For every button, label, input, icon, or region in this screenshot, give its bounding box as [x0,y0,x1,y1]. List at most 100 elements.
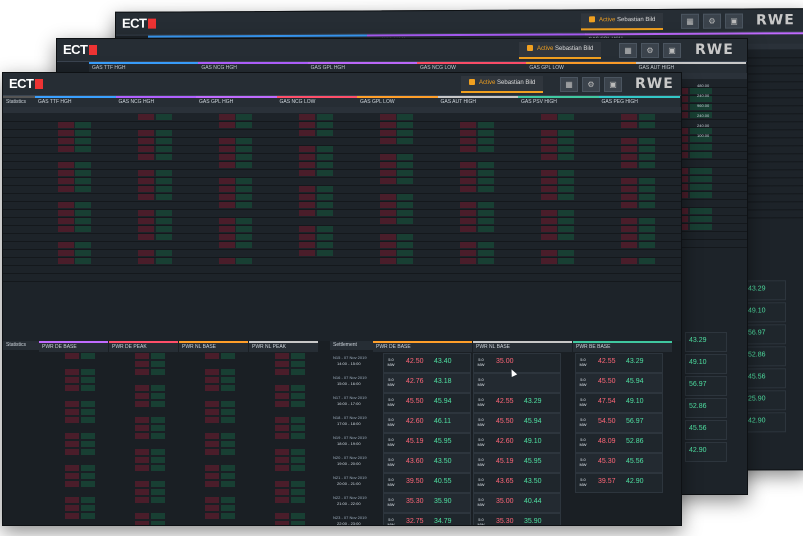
table-row[interactable] [3,162,681,170]
bid-cell[interactable] [65,401,79,407]
price-tile[interactable]: 5.0 MW 39.50 40.55 [383,473,471,493]
price-tile[interactable]: 49.10 [685,354,727,374]
ask-cell[interactable] [477,138,494,144]
ask-cell[interactable] [151,417,165,423]
ask-cell[interactable] [638,202,655,208]
table-row[interactable] [3,122,681,130]
bid-cell[interactable] [135,425,149,431]
ask-cell[interactable] [397,114,414,120]
bid-cell[interactable] [135,369,149,375]
bid-cell[interactable] [299,114,316,120]
price-tile[interactable]: 5.0 MW 42.60 46.11 [383,413,471,433]
ask-cell[interactable] [558,138,575,144]
ask-cell[interactable] [316,194,333,200]
ask-cell[interactable] [316,210,333,216]
product-name[interactable]: N15 - 07 Nov 2019 [333,355,367,360]
ask-cell[interactable] [397,122,414,128]
bid-cell[interactable] [540,194,557,200]
ask-cell[interactable] [221,385,235,391]
ask-price[interactable]: 56.97 [748,328,766,338]
price-tile[interactable]: 5.0 MW 42.76 43.18 [383,373,471,393]
middle-user-badge[interactable]: Active Sebastian Bild [519,42,602,59]
bid-cell[interactable] [299,146,316,152]
bid-cell[interactable] [205,481,219,487]
window-icon[interactable]: ▣ [725,13,743,29]
ask-cell[interactable] [75,218,92,224]
price-tile[interactable]: 5.0 MW 45.50 45.94 [473,413,561,433]
ask-cell[interactable] [155,170,172,176]
bid-cell[interactable] [218,218,235,224]
bid-cell[interactable] [65,441,79,447]
bid-cell[interactable] [460,162,477,168]
bid-cell[interactable] [205,505,219,511]
ask-price[interactable]: 56.97 [689,380,707,390]
ask-cell[interactable] [397,258,414,264]
bid-cell[interactable] [275,385,289,391]
bid-cell[interactable] [65,433,79,439]
bid-cell[interactable] [621,138,638,144]
market-section-header[interactable]: GAS AUT HIGH [437,96,519,107]
power-section-header[interactable]: PWR DE BASE [39,341,108,352]
bid-cell[interactable] [57,170,74,176]
ask-cell[interactable] [291,521,305,525]
ask-price[interactable]: 45.94 [524,417,542,427]
ask-cell[interactable] [75,202,92,208]
ask-price[interactable]: 45.56 [748,372,766,382]
bid-cell[interactable] [135,361,149,367]
ask-cell[interactable] [81,513,95,519]
bid-cell[interactable] [540,146,557,152]
bid-cell[interactable] [65,409,79,415]
bid-price[interactable]: 45.19 [496,457,514,467]
price-tile[interactable]: 5.0 MW 39.57 42.90 [575,473,663,493]
bid-cell[interactable] [275,489,289,495]
bid-price[interactable]: 35.00 [496,357,514,367]
ask-price[interactable]: 49.10 [689,358,707,368]
ask-cell[interactable] [221,433,235,439]
price-tile[interactable]: 5.0 MW 42.55 43.29 [473,393,561,413]
ask-cell[interactable] [397,194,414,200]
bid-cell[interactable] [460,138,477,144]
ask-cell[interactable] [236,186,253,192]
price-tile[interactable]: 5.0 MW 42.60 49.10 [473,433,561,453]
bid-cell[interactable] [460,258,477,264]
bid-price[interactable]: 35.00 [496,497,514,507]
ask-cell[interactable] [638,122,655,128]
ask-cell[interactable] [397,234,414,240]
price-tile[interactable]: 5.0 MW 35.30 35.90 [383,493,471,513]
ask-cell[interactable] [291,457,305,463]
ask-cell[interactable] [638,234,655,240]
bid-cell[interactable] [540,210,557,216]
ask-cell[interactable] [558,154,575,160]
ask-price[interactable]: 46.11 [434,417,451,427]
bid-cell[interactable] [540,258,557,264]
ask-cell[interactable] [316,130,333,136]
bid-cell[interactable] [138,226,155,232]
ask-cell[interactable] [558,178,575,184]
ask-cell[interactable] [316,122,333,128]
table-row[interactable] [3,258,681,266]
bid-cell[interactable] [205,513,219,519]
tile-section-header[interactable]: PWR NL BASE [473,341,572,352]
bid-cell[interactable] [135,465,149,471]
price-tile[interactable]: 5.0 MW 54.50 56.97 [575,413,663,433]
bid-cell[interactable] [65,497,79,503]
price-tile[interactable]: 5.0 MW 35.00 40.44 [473,493,561,513]
bid-cell[interactable] [65,353,79,359]
ask-cell[interactable] [155,154,172,160]
bid-cell[interactable] [138,210,155,216]
ask-price[interactable]: 52.86 [748,350,766,360]
bid-cell[interactable] [135,393,149,399]
ask-cell[interactable] [638,258,655,264]
bid-cell[interactable] [138,170,155,176]
bid-cell[interactable] [135,497,149,503]
bid-cell[interactable] [205,385,219,391]
bid-cell[interactable] [299,250,316,256]
bid-cell[interactable] [299,234,316,240]
ask-cell[interactable] [236,114,253,120]
bid-cell[interactable] [138,186,155,192]
bid-cell[interactable] [65,481,79,487]
bid-cell[interactable] [275,361,289,367]
table-row[interactable] [3,242,681,250]
price-tile[interactable]: 56.97 [744,324,786,345]
bid-cell[interactable] [460,122,477,128]
